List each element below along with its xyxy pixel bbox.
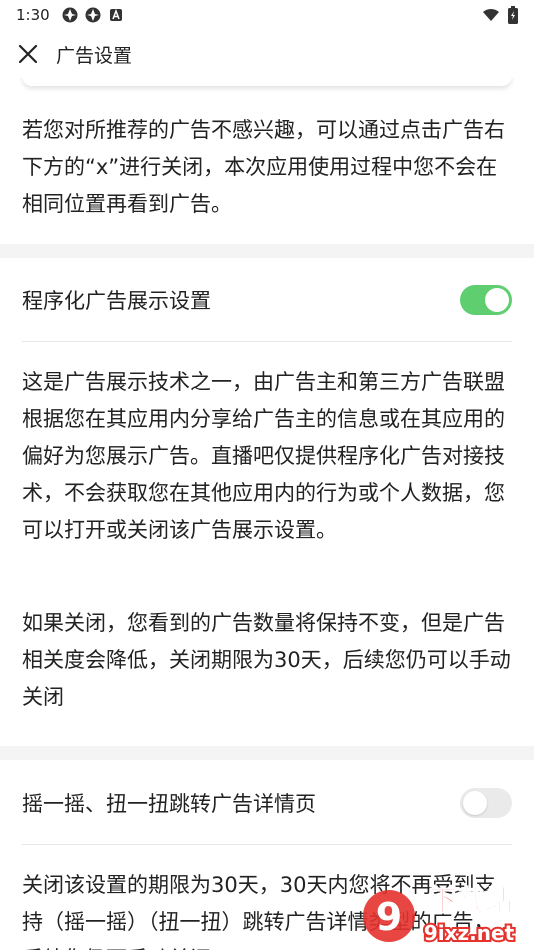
shake-jump-toggle[interactable]: [460, 788, 512, 818]
status-bar: 1:30: [0, 0, 534, 30]
row-divider: [22, 341, 512, 342]
programmatic-close-note: 如果关闭，您看到的广告数量将保持不变，但是广告相关度会降低，关闭期限为30天，后…: [22, 611, 511, 709]
app-notification-icon: [62, 7, 78, 23]
shake-jump-label: 摇一摇、扭一扭跳转广告详情页: [22, 792, 316, 816]
app-notification-icon: [85, 7, 101, 23]
status-time: 1:30: [16, 6, 50, 24]
watermark-logo-number: 9: [376, 895, 402, 939]
programmatic-description: 这是广告展示技术之一，由广告主和第三方广告联盟根据您在其应用内分享给广告主的信息…: [22, 370, 505, 542]
programmatic-ads-label: 程序化广告展示设置: [22, 289, 211, 313]
a-badge-icon: [109, 8, 122, 21]
toggle-knob: [463, 791, 487, 815]
programmatic-ads-setting-row: 程序化广告展示设置: [22, 270, 512, 330]
close-icon: [18, 44, 38, 64]
section-divider: [0, 746, 534, 760]
watermark-title: 下载站: [429, 884, 513, 917]
shake-jump-setting-row: 摇一摇、扭一扭跳转广告详情页: [22, 773, 512, 833]
close-button[interactable]: [16, 42, 40, 66]
toggle-knob: [485, 288, 509, 312]
watermark-url: 9ixz.net: [424, 921, 515, 945]
watermark-logo-icon: 9 下载站 9ixz.net: [363, 884, 517, 947]
page-title: 广告设置: [56, 44, 133, 67]
notification-icons: [62, 7, 124, 23]
battery-icon: [508, 6, 518, 24]
site-watermark-logo: 9 下载站 9ixz.net: [359, 880, 534, 950]
programmatic-ads-toggle[interactable]: [460, 285, 512, 315]
section-divider: [0, 244, 534, 258]
row-divider: [22, 844, 512, 845]
system-icons: [482, 6, 518, 24]
screen: 1:30 广告设置 若您对所推荐的广告不感兴趣，可以通过点击广告右下方的“x”进…: [0, 0, 534, 950]
wifi-icon: [483, 8, 499, 21]
top-app-bar: 广告设置: [0, 30, 534, 78]
intro-text: 若您对所推荐的广告不感兴趣，可以通过点击广告右下方的“x”进行关闭，本次应用使用…: [22, 118, 505, 216]
